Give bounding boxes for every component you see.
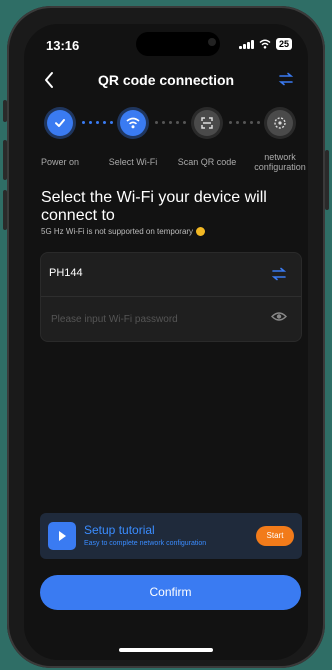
wifi-form-card: PH144 <box>40 252 302 342</box>
eye-icon[interactable] <box>271 311 287 322</box>
phone-side-button-left-3 <box>3 190 7 230</box>
check-icon <box>55 119 65 127</box>
section-heading: Select the Wi-Fi your device will connec… <box>41 189 267 224</box>
progress-stepper: Power on Select Wi-Fi Scan QR code netwo… <box>24 110 308 172</box>
step-connector-1 <box>82 121 113 124</box>
step-power-on <box>47 110 73 136</box>
phone-side-button-left-2 <box>3 140 7 180</box>
setup-tutorial-banner[interactable]: Setup tutorial Easy to complete network … <box>40 513 302 559</box>
step-connector-3 <box>229 121 260 124</box>
status-icons: 25 <box>238 38 292 50</box>
scan-qr-icon <box>201 117 213 129</box>
status-bar: 13:16 25 <box>24 24 308 64</box>
play-icon <box>48 522 76 550</box>
password-input[interactable] <box>49 305 263 333</box>
wifi-ssid[interactable]: PH144 <box>49 267 83 279</box>
page-title: QR code connection <box>97 72 235 88</box>
form-divider <box>41 296 301 297</box>
step-label-power-on: Power on <box>40 157 80 167</box>
step-network-config <box>267 110 293 136</box>
switch-arrows-icon[interactable] <box>278 72 294 86</box>
app-screen: 13:16 25 QR code connection Power on Sel… <box>24 24 308 660</box>
frequency-note-text: 5G Hz Wi-Fi is not supported on temporar… <box>41 227 194 236</box>
step-scan-qr <box>194 110 220 136</box>
wifi-icon <box>126 117 140 129</box>
switch-network-icon[interactable] <box>271 267 287 281</box>
camera-dot <box>208 38 216 46</box>
home-indicator[interactable] <box>119 648 213 652</box>
step-label-select-wifi: Select Wi-Fi <box>108 157 158 167</box>
network-config-icon <box>274 117 286 129</box>
step-select-wifi <box>120 110 146 136</box>
phone-side-button-right <box>325 150 329 210</box>
status-time: 13:16 <box>46 38 80 53</box>
wifi-status-icon <box>259 39 271 49</box>
dynamic-island <box>136 32 220 56</box>
tutorial-title: Setup tutorial <box>84 523 155 537</box>
battery-indicator: 25 <box>275 38 292 50</box>
frequency-note: 5G Hz Wi-Fi is not supported on temporar… <box>41 227 206 236</box>
step-connector-2 <box>155 121 186 124</box>
phone-side-button-left-1 <box>3 100 7 122</box>
step-label-scan-qr: Scan QR code <box>177 157 237 167</box>
nav-bar: QR code connection <box>24 66 308 96</box>
start-tutorial-button[interactable]: Start <box>256 526 294 546</box>
signal-icon <box>238 39 254 49</box>
confirm-button[interactable]: Confirm <box>40 575 301 610</box>
warning-dot-icon <box>196 227 206 236</box>
tutorial-subtitle: Easy to complete network configuration <box>84 540 207 547</box>
step-label-network-config: network configuration <box>254 152 306 172</box>
